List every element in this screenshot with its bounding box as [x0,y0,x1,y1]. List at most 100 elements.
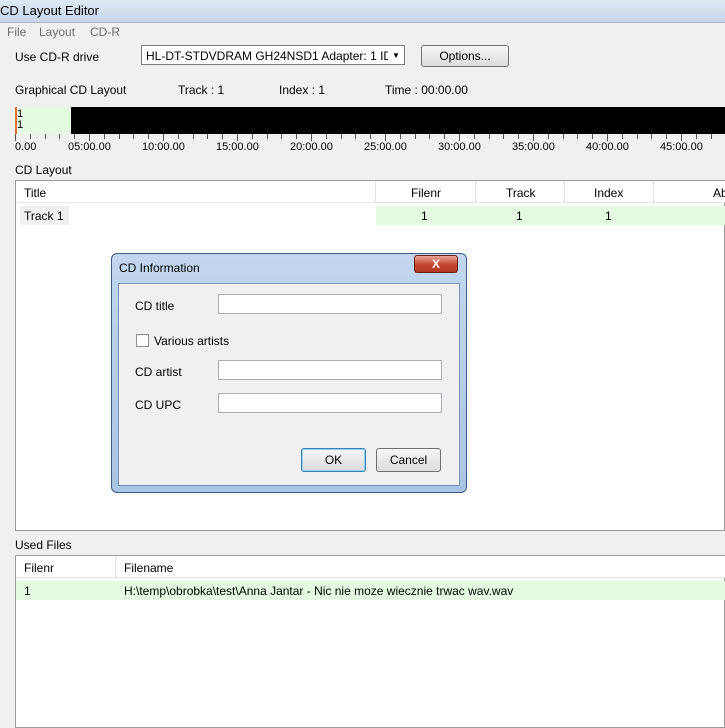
ruler-tick [281,134,282,139]
column-header-filenr[interactable]: Filenr [376,181,476,203]
time-label-5: 05:00.00 [68,141,111,153]
timeline-cursor [15,107,17,134]
column-header-filenr[interactable]: Filenr [16,556,116,578]
time-label-30: 30:00.00 [438,141,481,153]
time-label-0: 0.00 [15,141,37,153]
file-number-cell: 1 [24,584,31,598]
ruler-tick [577,134,578,139]
chevron-down-icon[interactable]: ▼ [388,46,404,64]
ruler-tick [15,134,16,141]
ruler-tick [252,134,253,139]
cd-artist-input[interactable] [218,360,442,380]
ruler-tick [163,134,164,141]
ruler-tick [370,134,371,139]
used-files-table[interactable]: Filenr Filename 1 H:\temp\obrobka\test\A… [15,555,725,728]
table-row[interactable]: 1 H:\temp\obrobka\test\Anna Jantar - Nic… [16,581,725,600]
cd-drive-select[interactable]: HL-DT-STDVDRAM GH24NSD1 Adapter: 1 ID: 1… [141,45,405,65]
ruler-tick [518,134,519,139]
various-artists-label[interactable]: Various artists [154,334,229,348]
index-cell: 1 [605,209,612,223]
ruler-tick [237,134,238,141]
segment-index-number: 1 [17,119,24,131]
various-artists-checkbox[interactable] [136,334,149,347]
ruler-tick [74,134,75,139]
cd-drive-label: Use CD-R drive [15,50,100,64]
close-button[interactable]: X [414,255,458,273]
cancel-button[interactable]: Cancel [376,448,441,472]
menu-bar: File Layout CD-R [0,23,725,41]
ruler-tick [104,134,105,139]
ruler-tick [711,134,712,139]
column-header-track[interactable]: Track [476,181,565,203]
filenr-cell: 1 [421,209,428,223]
ruler-tick [89,134,90,141]
index-readout: Index : 1 [279,83,326,97]
ruler-tick [400,134,401,139]
ruler-tick [474,134,475,139]
ruler-tick [666,134,667,139]
ruler-tick [222,134,223,139]
column-header-title[interactable]: Title [16,181,376,203]
ruler-tick [503,134,504,139]
cd-title-input[interactable] [218,294,442,314]
ok-button[interactable]: OK [301,448,366,472]
ruler-tick [45,134,46,139]
track-cell: 1 [516,209,523,223]
time-label-40: 40:00.00 [586,141,629,153]
ruler-tick [622,134,623,139]
cd-upc-input[interactable] [218,393,442,413]
column-header-ab[interactable]: Ab [654,181,725,203]
ruler-tick [489,134,490,139]
time-readout: Time : 00:00.00 [385,83,468,97]
time-label-20: 20:00.00 [290,141,333,153]
ruler-tick [341,134,342,139]
window-title: CD Layout Editor [0,3,99,18]
timeline-ruler [15,134,725,141]
cd-artist-label: CD artist [135,365,182,379]
time-label-10: 10:00.00 [142,141,185,153]
cd-layout-label: CD Layout [15,163,72,177]
cd-timeline[interactable]: 1 1 [15,107,725,134]
menu-layout[interactable]: Layout [39,25,75,39]
ruler-tick [444,134,445,139]
track-readout: Track : 1 [178,83,225,97]
dialog-title: CD Information [119,261,200,275]
ruler-tick [193,134,194,139]
time-label-15: 15:00.00 [216,141,259,153]
ruler-tick [30,134,31,139]
title-bar: CD Layout Editor [0,0,725,23]
ruler-tick [592,134,593,139]
ruler-tick [429,134,430,139]
filename-cell: H:\temp\obrobka\test\Anna Jantar - Nic n… [124,584,514,598]
menu-cdr[interactable]: CD-R [90,25,120,39]
track-title-cell: Track 1 [24,209,64,223]
table-row-values[interactable]: 1 1 1 [376,206,725,225]
ruler-tick [178,134,179,139]
ruler-tick [119,134,120,139]
cd-upc-label: CD UPC [135,398,182,412]
close-icon[interactable]: X [432,257,440,271]
ruler-tick [59,134,60,139]
ruler-tick [326,134,327,139]
ruler-tick [651,134,652,139]
column-header-filename[interactable]: Filename [116,556,725,578]
ruler-tick [311,134,312,141]
table-row[interactable]: Track 1 [20,206,69,225]
ruler-tick [133,134,134,139]
used-files-label: Used Files [15,538,72,552]
time-label-25: 25:00.00 [364,141,407,153]
options-button[interactable]: Options... [421,45,509,67]
time-label-35: 35:00.00 [512,141,555,153]
ruler-tick [637,134,638,139]
column-header-index[interactable]: Index [565,181,654,203]
ruler-tick [385,134,386,141]
track-segment[interactable]: 1 1 [15,107,71,134]
time-label-45: 45:00.00 [660,141,703,153]
ruler-tick [607,134,608,141]
ruler-tick [415,134,416,139]
graphical-layout-label: Graphical CD Layout [15,83,127,97]
menu-file[interactable]: File [7,25,26,39]
cd-drive-value: HL-DT-STDVDRAM GH24NSD1 Adapter: 1 ID: 1 [146,49,405,63]
cd-information-dialog: CD Information X CD title Various artist… [111,253,467,493]
ruler-tick [533,134,534,141]
